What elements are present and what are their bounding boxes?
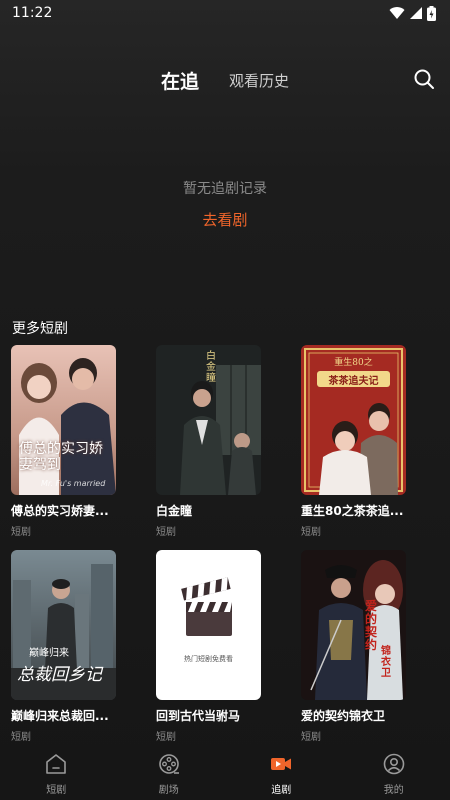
drama-card[interactable]: 重生80之 茶茶追夫记 重生80之茶茶追... 短剧 [301, 345, 406, 538]
drama-cover[interactable]: 热门短剧免费看 [156, 550, 261, 700]
drama-cover[interactable]: 巅峰归来 总裁回乡记 [11, 550, 116, 700]
cover-title-text: 爱的契约 [365, 599, 378, 652]
wifi-icon [389, 7, 405, 20]
battery-icon [427, 5, 436, 21]
nav-item-following[interactable]: 追剧 [225, 744, 337, 796]
drama-tag: 短剧 [301, 527, 321, 538]
empty-state-message: 暂无追剧记录 [183, 181, 267, 197]
drama-card[interactable]: 巅峰归来 总裁回乡记 巅峰归来总裁回... 短剧 [11, 550, 116, 743]
drama-cover[interactable]: 白金瞳 [156, 345, 261, 495]
drama-tag: 短剧 [11, 527, 31, 538]
cover-caption: 热门短剧免费看 [184, 655, 233, 663]
home-icon [46, 754, 67, 774]
tab-following[interactable]: 在追 [161, 67, 199, 94]
video-camera-icon [271, 758, 292, 770]
clapperboard-icon [181, 577, 232, 636]
drama-title: 傅总的实习娇妻... [11, 504, 109, 518]
top-tabs: 在追 观看历史 [0, 60, 450, 100]
drama-cover[interactable]: 爱的契约 锦衣卫 [301, 550, 406, 700]
nav-label: 追剧 [271, 785, 292, 796]
drama-title: 重生80之茶茶追... [301, 504, 404, 518]
nav-item-profile[interactable]: 我的 [338, 744, 450, 796]
drama-tag: 短剧 [301, 732, 321, 743]
drama-grid: 傅总的实习娇妻驾到 Mr. Fu's married 傅总的实习娇妻... 短剧… [11, 345, 441, 743]
cover-title-text: 巅峰归来 [29, 648, 69, 659]
nav-label: 剧场 [158, 785, 179, 796]
status-time: 11:22 [12, 5, 53, 21]
nav-item-shorts[interactable]: 短剧 [0, 744, 112, 796]
cover-title-text: 白金瞳 [206, 351, 216, 384]
drama-card[interactable]: 傅总的实习娇妻驾到 Mr. Fu's married 傅总的实习娇妻... 短剧 [11, 345, 116, 538]
go-watch-link[interactable]: 去看剧 [0, 209, 450, 230]
nav-label: 短剧 [46, 785, 67, 796]
drama-card[interactable]: 爱的契约 锦衣卫 爱的契约锦衣卫 短剧 [301, 550, 406, 743]
drama-tag: 短剧 [156, 732, 176, 743]
status-bar: 11:22 [0, 0, 450, 26]
drama-cover[interactable]: 傅总的实习娇妻驾到 Mr. Fu's married [11, 345, 116, 495]
drama-card[interactable]: 热门短剧免费看 回到古代当驸马 短剧 [156, 550, 261, 743]
nav-label: 我的 [383, 785, 404, 796]
cover-title-text-2: 总裁回乡记 [17, 665, 102, 685]
cell-signal-icon [410, 7, 422, 19]
drama-tag: 短剧 [156, 527, 176, 538]
user-icon [383, 753, 405, 775]
drama-tag: 短剧 [11, 732, 31, 743]
cover-title-text-2: 茶茶追夫记 [328, 376, 379, 387]
status-icons [389, 5, 436, 21]
drama-title: 白金瞳 [156, 504, 193, 518]
drama-title: 爱的契约锦衣卫 [301, 709, 386, 723]
cover-title-text-2: 锦衣卫 [381, 646, 391, 679]
drama-card[interactable]: 白金瞳 白金瞳 短剧 [156, 345, 261, 538]
nav-item-theater[interactable]: 剧场 [113, 744, 225, 796]
search-icon[interactable] [412, 67, 436, 91]
cover-title-text: 傅总的实习娇妻驾到 [19, 441, 103, 473]
drama-title: 回到古代当驸马 [156, 709, 241, 723]
section-title: 更多短剧 [12, 321, 68, 337]
cover-title-text: 重生80之 [334, 358, 373, 368]
drama-cover[interactable]: 重生80之 茶茶追夫记 [301, 345, 406, 495]
tab-watch-history[interactable]: 观看历史 [229, 70, 289, 91]
drama-title: 巅峰归来总裁回... [11, 709, 109, 723]
cover-subtitle-text: Mr. Fu's married [41, 479, 106, 488]
film-reel-icon [158, 754, 179, 774]
bottom-nav: 短剧 剧场 追剧 我的 [0, 744, 450, 800]
